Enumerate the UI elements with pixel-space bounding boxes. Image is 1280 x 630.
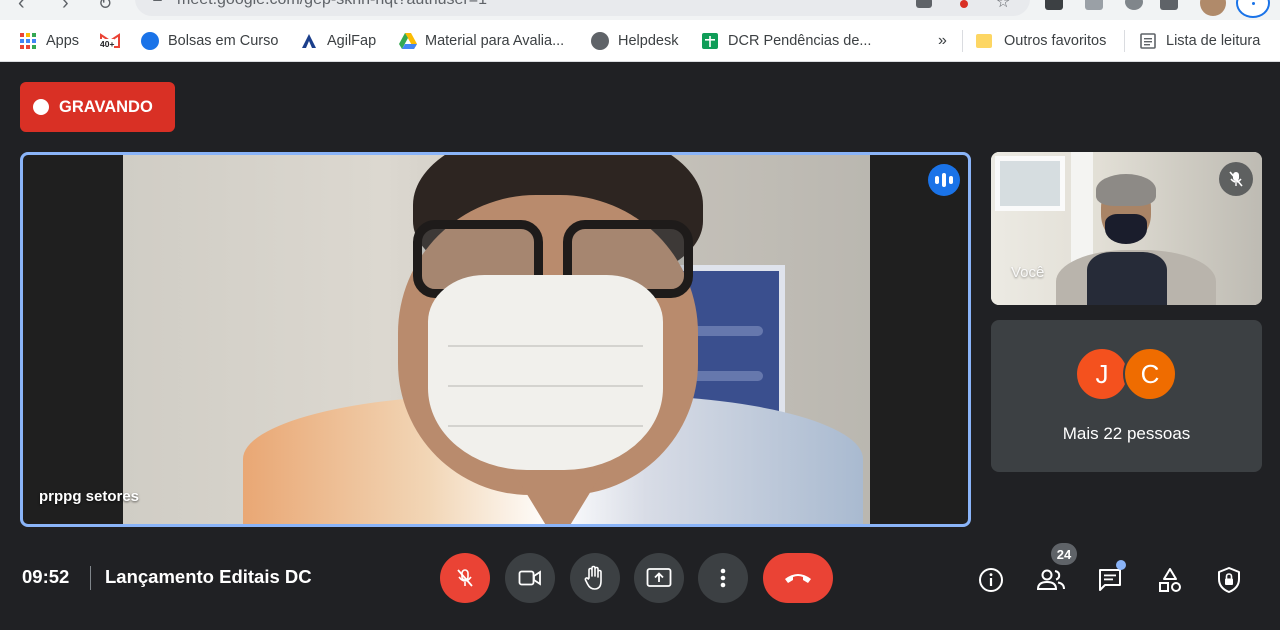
kebab-dot-icon bbox=[1252, 2, 1255, 5]
participant-avatar-c: C bbox=[1123, 347, 1177, 401]
more-vert-icon bbox=[720, 568, 726, 588]
bookmark-star-icon[interactable]: ☆ bbox=[996, 0, 1014, 11]
address-url: meet.google.com/gep-sknh-hqt?authuser=1 bbox=[177, 0, 487, 9]
main-speaker-name: prppg setores bbox=[39, 488, 140, 505]
bottom-divider bbox=[90, 566, 91, 590]
apps-grid-icon bbox=[19, 32, 37, 50]
bookmark-material[interactable]: Material para Avalia... bbox=[398, 30, 564, 52]
blocked-mic-icon[interactable] bbox=[960, 0, 968, 8]
extension-2-icon[interactable] bbox=[1085, 0, 1103, 10]
activities-shapes-icon bbox=[1159, 568, 1181, 592]
gmail-icon: 40+ bbox=[100, 31, 120, 51]
more-participants-label: Mais 22 pessoas bbox=[1062, 424, 1191, 443]
bookmark-label: Outros favoritos bbox=[1004, 33, 1107, 49]
puzzle-extensions-icon[interactable] bbox=[1160, 0, 1178, 10]
info-icon bbox=[979, 568, 1003, 592]
forward-icon[interactable]: › bbox=[62, 0, 69, 15]
google-drive-icon bbox=[398, 32, 417, 50]
avatar-initial: J bbox=[1095, 358, 1109, 389]
show-everyone-button[interactable] bbox=[1033, 562, 1069, 598]
profile-avatar[interactable] bbox=[1200, 0, 1226, 16]
camera-toggle-button[interactable] bbox=[505, 553, 555, 603]
recording-label: GRAVANDO bbox=[59, 97, 153, 116]
shield-lock-icon bbox=[1218, 567, 1240, 593]
bookmark-helpdesk[interactable]: Helpdesk bbox=[591, 30, 678, 52]
activities-button[interactable] bbox=[1152, 562, 1188, 598]
reading-list-button[interactable]: Lista de leitura bbox=[1139, 30, 1260, 52]
bookmarks-bar: Apps 40+ Bolsas em Curso AgilFap Materia… bbox=[0, 20, 1280, 62]
raise-hand-button[interactable] bbox=[570, 553, 620, 603]
other-participants-tile[interactable]: J C Mais 22 pessoas bbox=[991, 320, 1262, 472]
bookmark-label: Material para Avalia... bbox=[425, 33, 565, 49]
present-screen-button[interactable] bbox=[634, 553, 684, 603]
self-face-mask bbox=[1105, 214, 1147, 244]
bookmark-apps[interactable]: Apps bbox=[19, 30, 79, 52]
extension-3-icon[interactable] bbox=[1125, 0, 1143, 10]
bookmark-dcr-pendencias[interactable]: DCR Pendências de... bbox=[701, 30, 871, 52]
muted-mic-icon bbox=[1219, 162, 1253, 196]
gmail-count-badge: 40+ bbox=[100, 39, 115, 49]
browser-toolbar: ‹ › ↻ meet.google.com/gep-sknh-hqt?authu… bbox=[0, 0, 1280, 20]
recording-dot-icon bbox=[33, 99, 49, 115]
more-options-button[interactable] bbox=[698, 553, 748, 603]
overflow-chevron-icon: » bbox=[938, 32, 947, 49]
self-view-label: Você bbox=[1011, 264, 1045, 281]
speaking-indicator-icon bbox=[928, 164, 960, 196]
agilfap-icon bbox=[300, 32, 318, 50]
reading-list-icon bbox=[1139, 32, 1157, 50]
bookmarks-overflow-button[interactable]: » bbox=[938, 30, 947, 52]
meeting-time: 09:52 bbox=[22, 566, 70, 587]
avatar-initial: C bbox=[1140, 358, 1160, 389]
bookmark-label: Lista de leitura bbox=[1166, 33, 1261, 49]
back-icon[interactable]: ‹ bbox=[18, 0, 25, 15]
bookmark-label: AgilFap bbox=[327, 33, 377, 49]
mic-off-icon bbox=[457, 569, 473, 587]
bookmark-agilfap[interactable]: AgilFap bbox=[300, 30, 376, 52]
camera-icon bbox=[518, 570, 541, 586]
present-screen-icon bbox=[646, 568, 672, 587]
camera-indicator-icon[interactable] bbox=[916, 0, 932, 8]
bookmark-bolsas-em-curso[interactable]: Bolsas em Curso bbox=[141, 30, 278, 52]
speaker-face-mask bbox=[428, 275, 663, 470]
end-call-icon bbox=[785, 574, 811, 583]
google-sheets-icon bbox=[701, 32, 719, 50]
reload-icon[interactable]: ↻ bbox=[98, 0, 112, 14]
main-speaker-tile[interactable]: prppg setores bbox=[20, 152, 971, 527]
lock-icon bbox=[153, 0, 162, 1]
bookmark-gmail[interactable]: 40+ bbox=[100, 30, 129, 52]
bookmark-separator bbox=[962, 30, 963, 52]
raise-hand-icon bbox=[584, 565, 602, 590]
bookmark-other-favorites[interactable]: Outros favoritos bbox=[976, 30, 1106, 52]
recording-badge[interactable]: GRAVANDO bbox=[20, 82, 175, 132]
extension-icon[interactable] bbox=[1045, 0, 1063, 10]
bookmark-separator bbox=[1124, 30, 1125, 52]
host-controls-button[interactable] bbox=[1211, 562, 1247, 598]
bookmark-label: Bolsas em Curso bbox=[168, 33, 279, 49]
meeting-details-button[interactable] bbox=[973, 562, 1009, 598]
background-window bbox=[995, 156, 1065, 211]
chat-unread-dot bbox=[1116, 560, 1126, 570]
folder-icon bbox=[976, 34, 992, 48]
address-bar[interactable]: meet.google.com/gep-sknh-hqt?authuser=1 bbox=[135, 0, 1030, 16]
mic-toggle-button[interactable] bbox=[440, 553, 490, 603]
bolsas-icon bbox=[141, 32, 159, 50]
participant-count-badge: 24 bbox=[1051, 543, 1077, 565]
globe-icon bbox=[591, 32, 609, 50]
people-icon bbox=[1036, 569, 1065, 590]
main-speaker-video bbox=[123, 155, 870, 524]
meeting-title: Lançamento Editais DC bbox=[105, 566, 312, 587]
participant-avatar-j: J bbox=[1075, 347, 1129, 401]
bookmark-label: DCR Pendências de... bbox=[728, 33, 872, 49]
browser-menu-button[interactable] bbox=[1236, 0, 1270, 18]
bookmark-label: Apps bbox=[46, 33, 80, 49]
bookmark-label: Helpdesk bbox=[618, 33, 679, 49]
chat-icon bbox=[1099, 569, 1121, 591]
leave-call-button[interactable] bbox=[763, 553, 833, 603]
self-view-tile[interactable]: Você bbox=[991, 152, 1262, 305]
